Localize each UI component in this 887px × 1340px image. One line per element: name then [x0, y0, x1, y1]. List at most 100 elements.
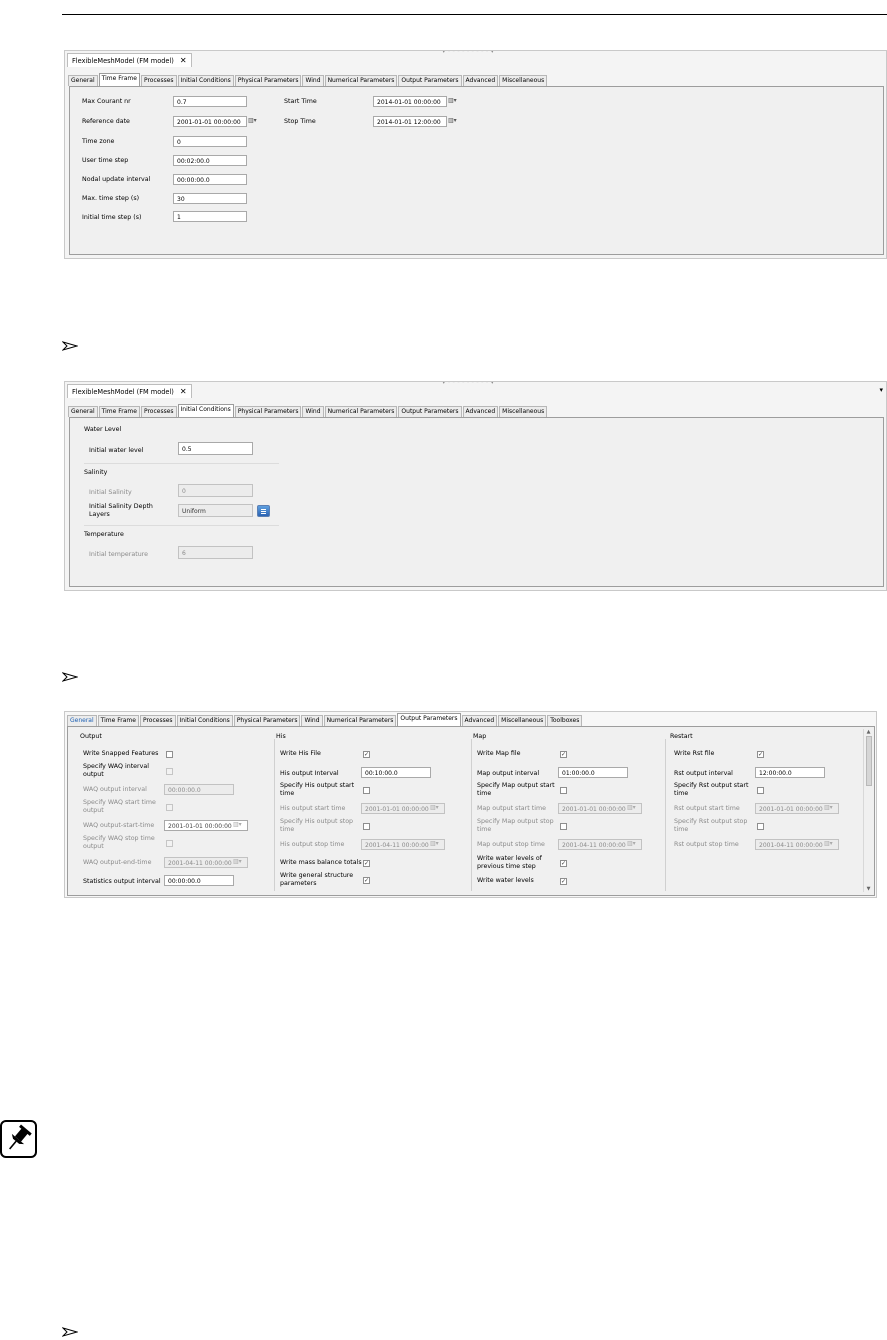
tab-miscellaneous[interactable]: Miscellaneous — [499, 75, 548, 86]
tab-time-frame[interactable]: Time Frame — [97, 715, 139, 726]
stop-time-label: Stop Time — [284, 118, 316, 125]
scrollbar-thumb[interactable] — [865, 736, 872, 786]
edit-layers-button[interactable] — [257, 505, 270, 517]
tab-wind[interactable]: Wind — [302, 75, 324, 86]
specify-waq-start-label-1: Specify WAQ start time — [83, 799, 156, 806]
max-time-step-input[interactable]: 30 — [173, 193, 247, 204]
tab-physical-parameters[interactable]: Physical Parameters — [234, 75, 302, 86]
calendar-dropdown-icon[interactable]: ▥▾ — [248, 117, 257, 124]
reference-date-input[interactable]: 2001-01-01 00:00:00 — [173, 116, 247, 127]
output-parameters-screenshot: General Time Frame Processes Initial Con… — [64, 711, 877, 898]
write-map-file-checkbox[interactable]: ✓ — [560, 751, 567, 758]
scroll-down-arrow-icon[interactable]: ▼ — [864, 886, 873, 892]
specify-waq-interval-checkbox[interactable] — [166, 768, 173, 775]
specify-his-start-checkbox[interactable] — [363, 787, 370, 794]
tab-toolboxes[interactable]: Toolboxes — [547, 715, 583, 726]
structure-params-checkbox[interactable]: ✓ — [363, 877, 370, 884]
nodal-update-input[interactable]: 00:00:00.0 — [173, 174, 247, 185]
calendar-dropdown-icon[interactable]: ▥▾ — [824, 840, 833, 847]
his-output-interval-label: His output Interval — [280, 770, 339, 777]
calendar-dropdown-icon[interactable]: ▥▾ — [448, 117, 457, 124]
his-output-interval-input[interactable]: 00:10:00.0 — [361, 767, 431, 778]
panel-menu-icon[interactable]: ▾ — [879, 386, 883, 394]
specify-map-start-checkbox[interactable] — [560, 787, 567, 794]
calendar-dropdown-icon[interactable]: ▥▾ — [233, 858, 242, 865]
calendar-dropdown-icon[interactable]: ▥▾ — [233, 821, 242, 828]
tab-processes[interactable]: Processes — [140, 75, 177, 86]
salinity-depth-select[interactable]: Uniform — [178, 504, 253, 517]
tab-physical-parameters[interactable]: Physical Parameters — [233, 715, 301, 726]
mass-balance-checkbox[interactable]: ✓ — [363, 860, 370, 867]
tab-initial-conditions[interactable]: Initial Conditions — [176, 715, 233, 726]
calendar-dropdown-icon[interactable]: ▥▾ — [430, 804, 439, 811]
structure-params-label-1: Write general structure — [280, 872, 354, 879]
tab-general[interactable]: General — [68, 406, 98, 417]
pushpin-icon — [0, 1120, 37, 1158]
specify-map-start-label-1: Specify Map output start — [477, 782, 555, 789]
scroll-up-arrow-icon[interactable]: ▲ — [864, 729, 873, 735]
calendar-dropdown-icon[interactable]: ▥▾ — [430, 840, 439, 847]
drag-grip-icon[interactable]: ▾ ‐ ‐ ‐ ‐ ‐ ‐ ‐ ‐ ‐ ▾ — [442, 51, 494, 55]
drag-grip-icon[interactable]: ▾ ‐ ‐ ‐ ‐ ‐ ‐ ‐ ‐ ‐ ▾ — [442, 382, 494, 386]
tab-advanced[interactable]: Advanced — [462, 75, 499, 86]
map-output-interval-input[interactable]: 01:00:00.0 — [558, 767, 628, 778]
close-icon[interactable]: ✕ — [180, 387, 187, 396]
water-levels-checkbox[interactable]: ✓ — [560, 878, 567, 885]
initial-water-level-input[interactable]: 0.5 — [178, 442, 253, 455]
tab-initial-conditions[interactable]: Initial Conditions — [177, 75, 234, 86]
tab-initial-conditions[interactable]: Initial Conditions — [177, 404, 234, 417]
user-time-step-label: User time step — [82, 157, 129, 164]
tab-general[interactable]: General — [67, 715, 97, 726]
tab-physical-parameters[interactable]: Physical Parameters — [234, 406, 302, 417]
tab-general[interactable]: General — [68, 75, 98, 86]
statistics-interval-input[interactable]: 00:00:00.0 — [164, 875, 234, 886]
specify-waq-stop-checkbox[interactable] — [166, 840, 173, 847]
specify-rst-start-checkbox[interactable] — [757, 787, 764, 794]
write-his-file-checkbox[interactable]: ✓ — [363, 751, 370, 758]
prev-levels-checkbox[interactable]: ✓ — [560, 860, 567, 867]
calendar-dropdown-icon[interactable]: ▥▾ — [627, 804, 636, 811]
specify-waq-start-checkbox[interactable] — [166, 804, 173, 811]
tab-advanced[interactable]: Advanced — [462, 406, 499, 417]
tab-processes[interactable]: Processes — [140, 406, 177, 417]
tab-numerical-parameters[interactable]: Numerical Parameters — [324, 406, 398, 417]
tab-output-parameters[interactable]: Output Parameters — [397, 713, 461, 726]
map-output-interval-label: Map output interval — [477, 770, 540, 777]
write-snapped-checkbox[interactable] — [166, 751, 173, 758]
tab-miscellaneous[interactable]: Miscellaneous — [498, 715, 547, 726]
tab-advanced[interactable]: Advanced — [461, 715, 498, 726]
vertical-scrollbar[interactable]: ▲ ▼ — [863, 729, 873, 892]
calendar-dropdown-icon[interactable]: ▥▾ — [627, 840, 636, 847]
tab-numerical-parameters[interactable]: Numerical Parameters — [324, 75, 398, 86]
tab-wind[interactable]: Wind — [302, 406, 324, 417]
tab-time-frame[interactable]: Time Frame — [98, 406, 140, 417]
waq-output-interval-input[interactable]: 00:00:00.0 — [164, 784, 234, 795]
tab-output-parameters[interactable]: Output Parameters — [398, 406, 462, 417]
user-time-step-input[interactable]: 00:02:00.0 — [173, 155, 247, 166]
tab-time-frame[interactable]: Time Frame — [98, 73, 140, 86]
specify-his-stop-checkbox[interactable] — [363, 823, 370, 830]
max-courant-input[interactable]: 0.7 — [173, 96, 247, 107]
document-tab[interactable]: FlexibleMeshModel (FM model) ✕ — [67, 384, 192, 398]
initial-temperature-input[interactable]: 6 — [178, 546, 253, 559]
time-zone-input[interactable]: 0 — [173, 136, 247, 147]
prev-levels-label-1: Write water levels of — [477, 855, 542, 862]
start-time-input[interactable]: 2014-01-01 00:00:00 — [373, 96, 447, 107]
calendar-dropdown-icon[interactable]: ▥▾ — [824, 804, 833, 811]
rst-output-interval-input[interactable]: 12:00:00.0 — [755, 767, 825, 778]
tab-wind[interactable]: Wind — [301, 715, 323, 726]
specify-map-stop-checkbox[interactable] — [560, 823, 567, 830]
document-tab[interactable]: FlexibleMeshModel (FM model) ✕ — [67, 53, 192, 67]
tab-numerical-parameters[interactable]: Numerical Parameters — [323, 715, 397, 726]
mass-balance-label: Write mass balance totals — [280, 859, 362, 866]
initial-time-step-input[interactable]: 1 — [173, 211, 247, 222]
initial-salinity-input[interactable]: 0 — [178, 484, 253, 497]
tab-output-parameters[interactable]: Output Parameters — [398, 75, 462, 86]
tab-miscellaneous[interactable]: Miscellaneous — [499, 406, 548, 417]
specify-rst-stop-checkbox[interactable] — [757, 823, 764, 830]
calendar-dropdown-icon[interactable]: ▥▾ — [448, 97, 457, 104]
stop-time-input[interactable]: 2014-01-01 12:00:00 — [373, 116, 447, 127]
tab-processes[interactable]: Processes — [139, 715, 176, 726]
write-rst-file-checkbox[interactable]: ✓ — [757, 751, 764, 758]
close-icon[interactable]: ✕ — [180, 56, 187, 65]
